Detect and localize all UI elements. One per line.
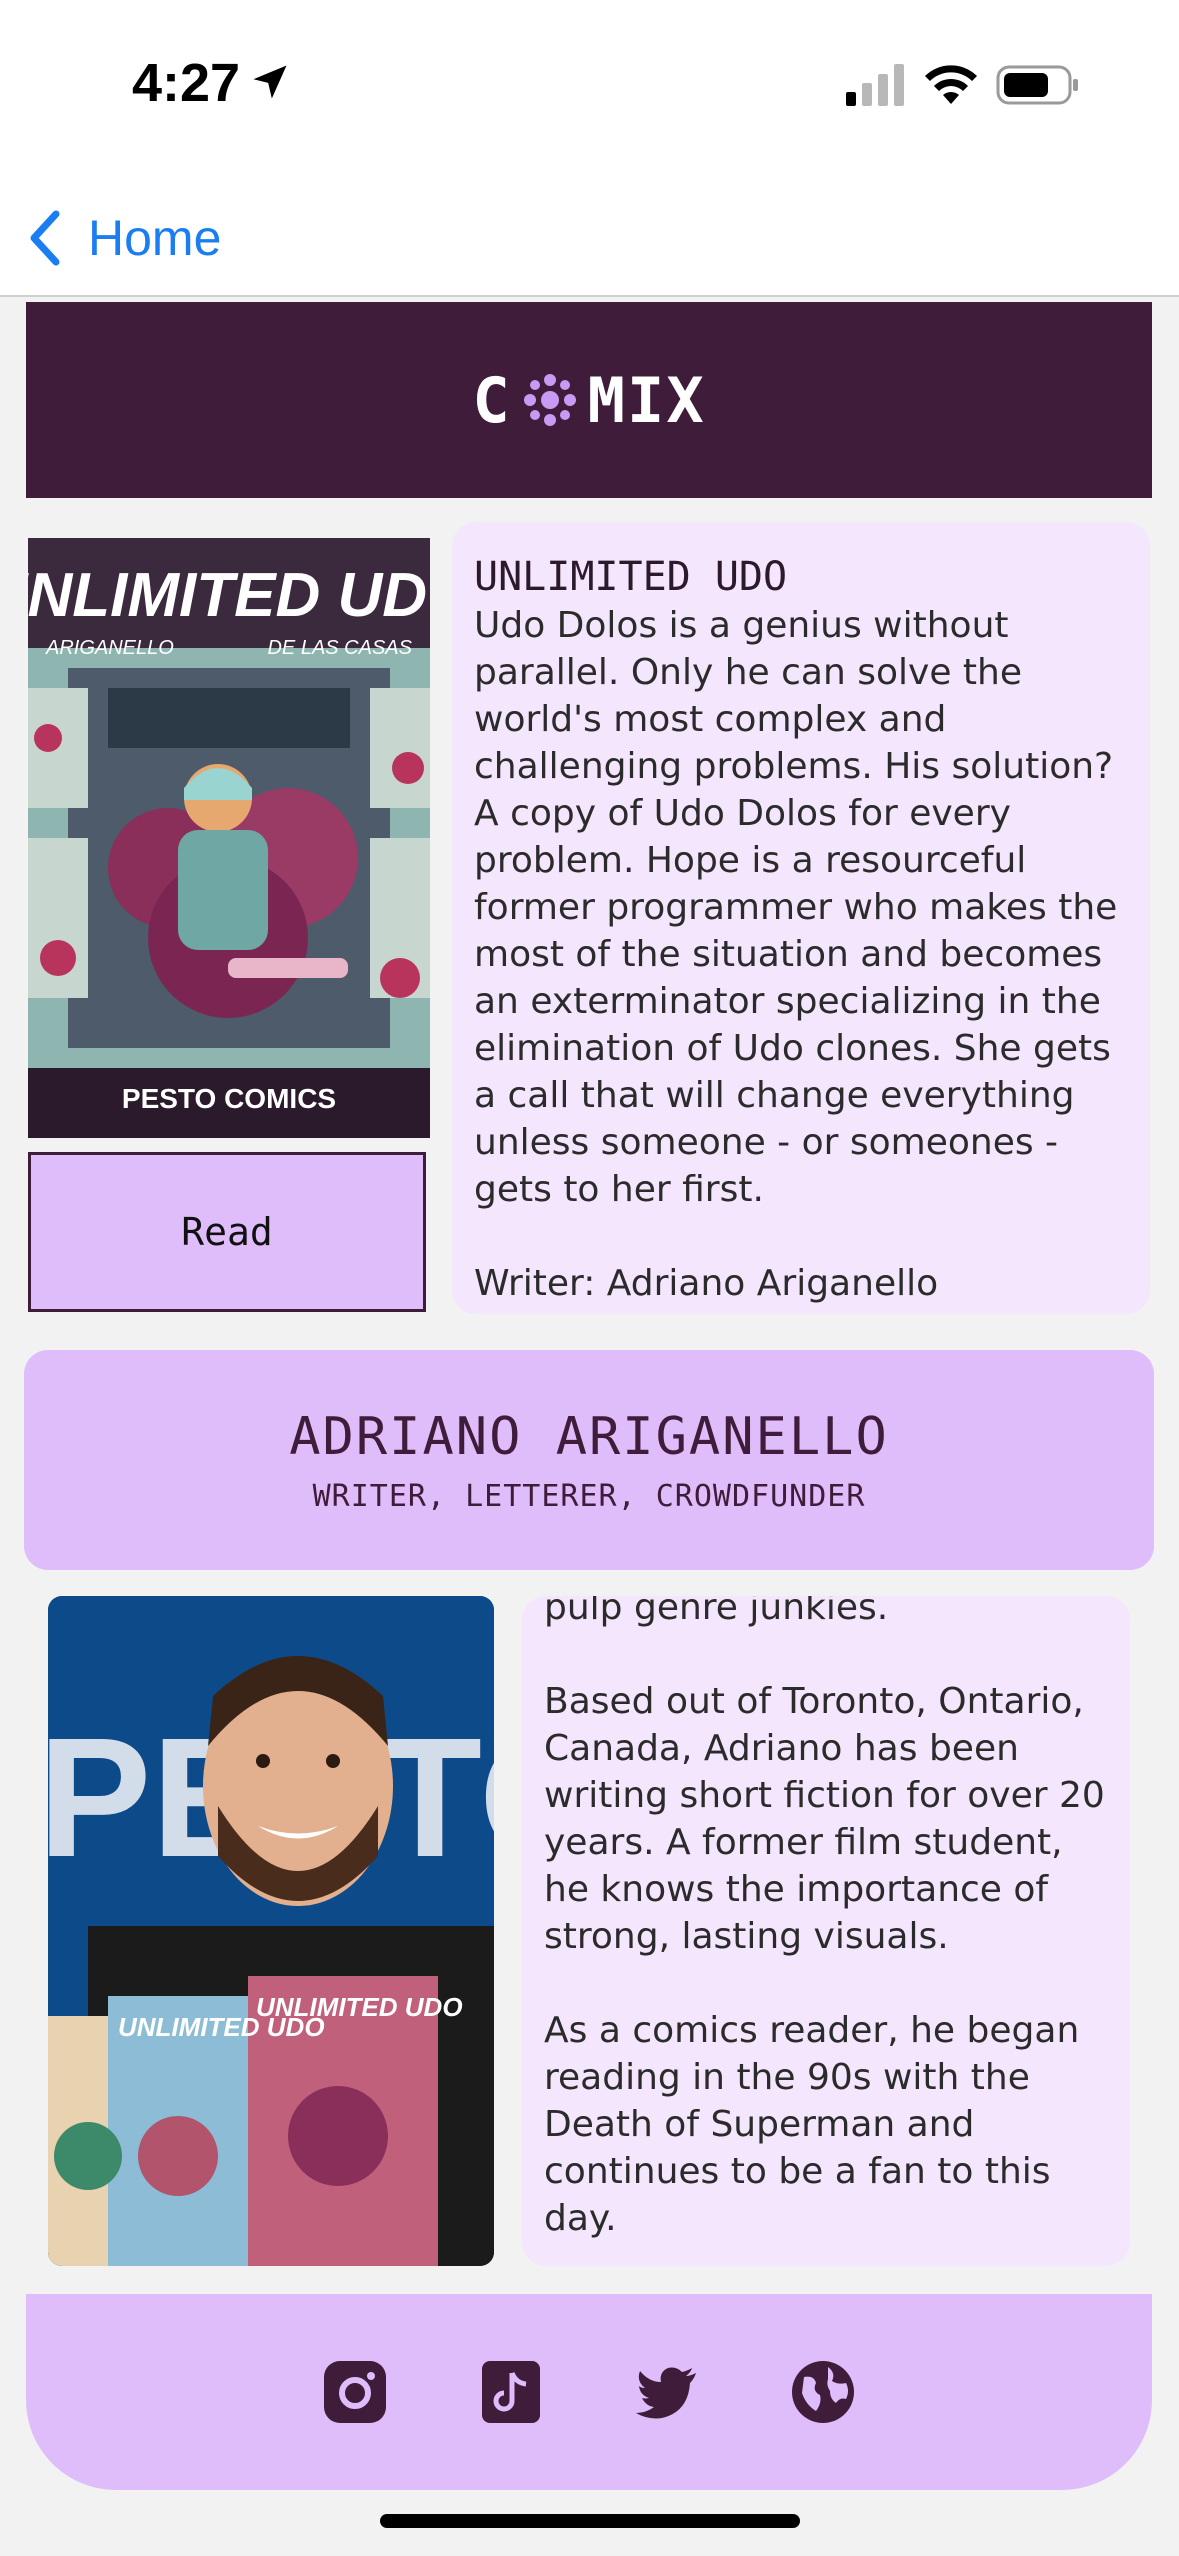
cover-publisher: PESTO COMICS: [122, 1083, 336, 1114]
wifi-icon: [925, 65, 977, 104]
cover-artist: DE LAS CASAS: [267, 637, 412, 659]
read-button[interactable]: Read: [28, 1152, 426, 1312]
cover-writer: ARIGANELLO: [45, 637, 174, 659]
status-time: 4:27: [132, 53, 241, 113]
instagram-icon[interactable]: [322, 2359, 388, 2425]
location-arrow-icon: [253, 65, 287, 99]
chevron-left-icon: [30, 210, 60, 266]
back-button-label: Home: [88, 210, 222, 266]
comic-title: UNLIMITED UDO: [474, 554, 788, 600]
creator-photo: PESTO UNLIMITED UDO UNLIMITED UDO: [48, 1596, 494, 2266]
bubble-cluster-icon: [523, 374, 576, 426]
cover-art: UNLIMITED UDO ARIGANELLO DE LAS CASAS PE…: [28, 538, 430, 1138]
comic-synopsis-text: Udo Dolos is a genius without parallel. …: [474, 605, 1118, 1314]
logo-text-left: C: [472, 363, 512, 437]
home-indicator[interactable]: [380, 2514, 800, 2528]
back-button[interactable]: Home: [24, 198, 221, 278]
navigation-bar: Home: [0, 180, 1179, 297]
twitter-icon[interactable]: [634, 2359, 700, 2425]
status-bar: 4:27: [0, 0, 1179, 180]
tiktok-icon[interactable]: [478, 2359, 544, 2425]
comic-cover-image[interactable]: UNLIMITED UDO ARIGANELLO DE LAS CASAS PE…: [28, 538, 430, 1138]
creator-bio-card[interactable]: pulp genre junkies. Based out of Toronto…: [522, 1596, 1130, 2266]
creator-photo-art: PESTO UNLIMITED UDO UNLIMITED UDO: [48, 1596, 494, 2266]
creator-bio-text: pulp genre junkies. Based out of Toronto…: [544, 1596, 1105, 2239]
logo-text-right: MIX: [587, 363, 706, 437]
cellular-signal-icon: [846, 64, 904, 106]
creator-header-card: ADRIANO ARIGANELLO WRITER, LETTERER, CRO…: [24, 1350, 1154, 1570]
cover-title: UNLIMITED UDO: [28, 561, 430, 630]
app-header: C MIX: [26, 302, 1152, 498]
battery-icon: [996, 65, 1078, 105]
creator-roles: WRITER, LETTERER, CROWDFUNDER: [312, 1478, 866, 1514]
photo-book-title-2: UNLIMITED UDO: [256, 1992, 463, 2022]
social-footer: [26, 2294, 1152, 2490]
comic-synopsis-card[interactable]: UNLIMITED UDO Udo Dolos is a genius with…: [452, 522, 1150, 1314]
app-logo: C MIX: [472, 364, 705, 437]
creator-name: ADRIANO ARIGANELLO: [289, 1406, 889, 1467]
globe-icon[interactable]: [790, 2359, 856, 2425]
